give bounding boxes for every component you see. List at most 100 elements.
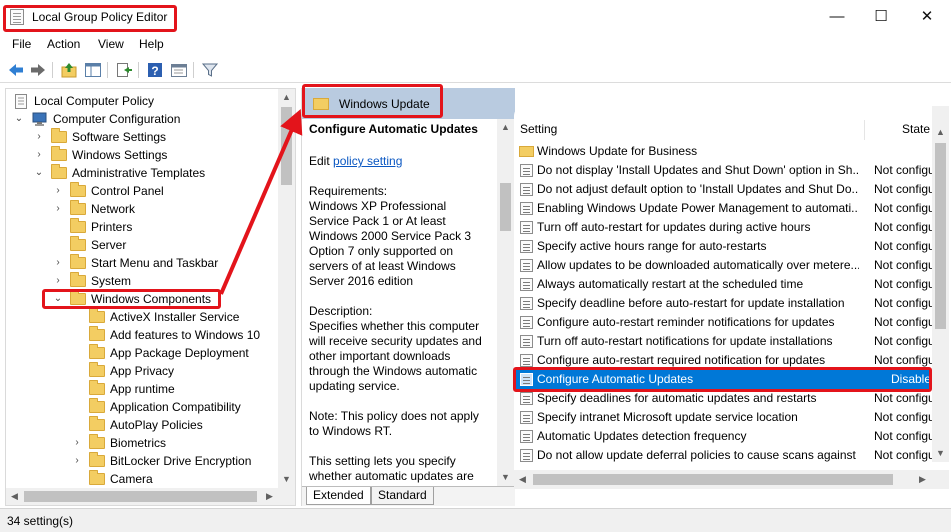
scroll-down-icon[interactable]: ▼ xyxy=(497,469,514,486)
collapse-chevron-icon[interactable]: ⌄ xyxy=(34,164,44,182)
policy-description: Configure Automatic Updates Edit policy … xyxy=(309,122,487,499)
scroll-left-icon[interactable]: ◀ xyxy=(514,471,531,488)
list-item[interactable]: Specify intranet Microsoft update servic… xyxy=(514,408,934,427)
list-item[interactable]: Specify deadlines for automatic updates … xyxy=(514,389,934,408)
maximize-button[interactable]: ☐ xyxy=(858,0,904,34)
list-item[interactable]: Specify active hours range for auto-rest… xyxy=(514,237,934,256)
edit-prefix: Edit xyxy=(309,154,334,168)
list-item[interactable]: Automatic Updates detection frequency No… xyxy=(514,427,934,446)
menu-file[interactable]: File xyxy=(12,37,31,51)
back-icon[interactable] xyxy=(7,61,25,79)
status-text: 34 setting(s) xyxy=(7,514,74,528)
policy-setting-icon xyxy=(520,335,533,348)
expand-chevron-icon[interactable]: › xyxy=(34,146,44,164)
folder-icon xyxy=(70,254,86,269)
policy-title: Configure Automatic Updates xyxy=(309,122,478,136)
collapse-chevron-icon[interactable]: ⌄ xyxy=(53,290,63,308)
minimize-button[interactable]: — xyxy=(814,0,860,34)
menu-action[interactable]: Action xyxy=(47,37,80,51)
scroll-down-icon[interactable]: ▼ xyxy=(278,471,295,488)
folder-icon xyxy=(89,344,105,359)
menu-help[interactable]: Help xyxy=(139,37,164,51)
list-item[interactable]: Do not adjust default option to 'Install… xyxy=(514,180,934,199)
requirements-label: Requirements: xyxy=(309,184,388,198)
expand-chevron-icon[interactable]: › xyxy=(53,200,63,218)
list-item[interactable]: Configure auto-restart required notifica… xyxy=(514,351,934,370)
tab-standard[interactable]: Standard xyxy=(371,487,434,505)
scroll-right-icon[interactable]: ▶ xyxy=(914,471,931,488)
scroll-thumb[interactable] xyxy=(533,474,893,485)
scroll-thumb[interactable] xyxy=(500,183,511,231)
column-state[interactable]: State xyxy=(902,122,930,136)
expand-chevron-icon[interactable]: › xyxy=(72,452,82,470)
computer-icon xyxy=(32,112,47,126)
list-item[interactable]: Configure auto-restart reminder notifica… xyxy=(514,313,934,332)
expand-chevron-icon[interactable]: › xyxy=(72,434,82,452)
folder-icon xyxy=(70,236,86,251)
description-vertical-scrollbar[interactable]: ▲ ▼ xyxy=(497,119,514,486)
list-item[interactable]: Enabling Windows Update Power Management… xyxy=(514,199,934,218)
forward-icon[interactable] xyxy=(29,61,47,79)
folder-icon xyxy=(89,470,105,485)
scroll-up-icon[interactable]: ▲ xyxy=(932,124,949,141)
scroll-thumb[interactable] xyxy=(24,491,257,502)
requirements-text: Windows XP Professional Service Pack 1 o… xyxy=(309,199,472,288)
policy-setting-icon xyxy=(520,430,533,443)
list-item-selected[interactable]: Configure Automatic Updates Disabled xyxy=(514,370,934,389)
scroll-thumb[interactable] xyxy=(935,143,946,329)
menu-bar: File Action View Help xyxy=(0,36,951,54)
pane-header-title: Windows Update xyxy=(339,97,430,111)
column-setting[interactable]: Setting xyxy=(520,122,557,136)
policy-setting-icon xyxy=(520,221,533,234)
filter-icon[interactable] xyxy=(201,61,219,79)
edit-policy-setting-link[interactable]: policy setting xyxy=(333,154,402,168)
close-button[interactable]: ✕ xyxy=(904,0,950,34)
folder-icon xyxy=(89,452,105,467)
list-horizontal-scrollbar[interactable]: ◀ ▶ xyxy=(514,470,949,489)
expand-chevron-icon[interactable]: › xyxy=(53,182,63,200)
up-folder-icon[interactable] xyxy=(60,61,78,79)
folder-icon xyxy=(313,98,329,110)
extended-description-pane: Windows Update Configure Automatic Updat… xyxy=(301,88,515,506)
scroll-right-icon[interactable]: ▶ xyxy=(261,488,278,505)
folder-icon xyxy=(519,146,534,157)
folder-icon xyxy=(89,380,105,395)
tree-vertical-scrollbar[interactable]: ▲ ▼ xyxy=(278,89,295,488)
list-item[interactable]: Windows Update for Business xyxy=(514,142,934,161)
list-item[interactable]: Do not display 'Install Updates and Shut… xyxy=(514,161,934,180)
list-item[interactable]: Turn off auto-restart for updates during… xyxy=(514,218,934,237)
scroll-up-icon[interactable]: ▲ xyxy=(278,89,295,106)
expand-chevron-icon[interactable]: › xyxy=(53,254,63,272)
policy-setting-icon xyxy=(520,297,533,310)
svg-text:?: ? xyxy=(151,64,158,78)
policy-setting-icon xyxy=(520,449,533,462)
menu-view[interactable]: View xyxy=(98,37,124,51)
list-vertical-scrollbar[interactable]: ▲ ▼ xyxy=(932,106,949,462)
folder-icon xyxy=(89,362,105,377)
policy-setting-icon xyxy=(520,259,533,272)
list-item[interactable]: Always automatically restart at the sche… xyxy=(514,275,934,294)
list-header: Setting State xyxy=(514,120,934,140)
expand-chevron-icon[interactable]: › xyxy=(34,128,44,146)
folder-icon xyxy=(89,308,105,323)
list-item[interactable]: Turn off auto-restart notifications for … xyxy=(514,332,934,351)
help-icon[interactable]: ? xyxy=(146,61,164,79)
folder-icon xyxy=(70,272,86,287)
settings-list: Setting State Windows Update for Busines… xyxy=(514,106,949,489)
scroll-left-icon[interactable]: ◀ xyxy=(6,488,23,505)
list-item[interactable]: Do not allow update deferral policies to… xyxy=(514,446,934,465)
scroll-down-icon[interactable]: ▼ xyxy=(932,445,949,462)
scroll-thumb[interactable] xyxy=(281,107,292,185)
list-item[interactable]: Allow updates to be downloaded automatic… xyxy=(514,256,934,275)
properties-icon[interactable] xyxy=(170,61,188,79)
export-list-icon[interactable] xyxy=(115,61,133,79)
policy-setting-icon xyxy=(520,183,533,196)
tab-extended[interactable]: Extended xyxy=(306,487,371,505)
show-hide-tree-icon[interactable] xyxy=(84,61,102,79)
title-highlight xyxy=(3,5,177,32)
scroll-up-icon[interactable]: ▲ xyxy=(497,119,514,136)
collapse-chevron-icon[interactable]: ⌄ xyxy=(14,110,24,128)
list-item[interactable]: Specify deadline before auto-restart for… xyxy=(514,294,934,313)
tree-horizontal-scrollbar[interactable]: ◀ ▶ xyxy=(6,488,278,505)
expand-chevron-icon[interactable]: › xyxy=(53,272,63,290)
